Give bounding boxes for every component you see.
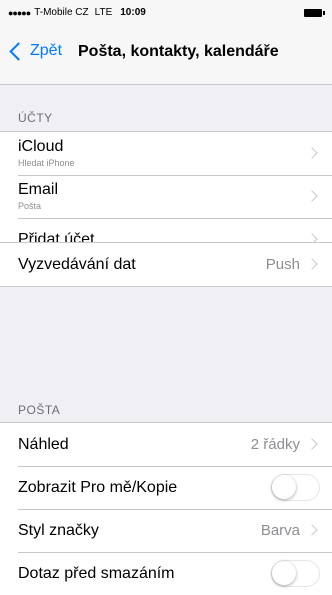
ask-before-delete-label: Dotaz před smazáním [18, 565, 175, 582]
show-to-cc-row: Zobrazit Pro mě/Kopie [0, 466, 332, 509]
back-button[interactable]: Zpět [8, 41, 63, 61]
preview-row[interactable]: Náhled 2 řádky [0, 423, 332, 466]
signal-strength-icon: ●●●●● [8, 7, 31, 18]
fetch-new-data-label: Vyzvedávání dat [18, 256, 136, 273]
account-subtitle: Hledat iPhone [18, 158, 75, 168]
back-button-label: Zpět [30, 42, 63, 59]
chevron-right-icon [306, 524, 318, 536]
fetch-new-data-value: Push [265, 256, 300, 273]
status-time: 10:09 [120, 7, 146, 18]
chevron-right-icon [306, 258, 318, 270]
preview-label: Náhled [18, 436, 69, 453]
flag-style-row[interactable]: Styl značky Barva [0, 509, 332, 552]
account-row-icloud[interactable]: iCloud Hledat iPhone [0, 132, 332, 175]
fetch-new-data-row[interactable]: Vyzvedávání dat Push [0, 243, 332, 286]
show-to-cc-label: Zobrazit Pro mě/Kopie [18, 479, 178, 496]
navigation-bar: Zpět Pošta, kontakty, kalendáře [0, 24, 332, 85]
section-header-accounts: ÚČTY [18, 111, 53, 125]
show-to-cc-toggle[interactable] [271, 474, 320, 501]
chevron-right-icon [306, 438, 318, 450]
account-row-email[interactable]: Email Pošta [0, 175, 332, 218]
chevron-right-icon [306, 147, 318, 159]
account-subtitle: Pošta [18, 201, 42, 211]
battery-icon [304, 9, 325, 17]
page-title: Pošta, kontakty, kalendáře [78, 43, 279, 60]
flag-style-value: Barva [260, 522, 300, 539]
chevron-right-icon [306, 190, 318, 202]
fetch-group: Vyzvedávání dat Push [0, 242, 332, 287]
toggle-knob [272, 475, 296, 499]
chevron-left-icon [9, 41, 28, 61]
section-header-mail: POŠTA [18, 403, 61, 417]
account-title: iCloud [18, 138, 64, 155]
status-bar: ●●●●● T-Mobile CZ LTE 10:09 [0, 0, 332, 24]
flag-style-label: Styl značky [18, 522, 99, 539]
ask-before-delete-row: Dotaz před smazáním [0, 552, 332, 595]
network-type: LTE [94, 7, 113, 18]
account-title: Email [18, 181, 59, 198]
preview-value: 2 řádky [250, 436, 300, 453]
mail-group: Náhled 2 řádky Zobrazit Pro mě/Kopie Sty… [0, 422, 332, 595]
toggle-knob [272, 561, 296, 585]
ask-before-delete-toggle[interactable] [271, 560, 320, 587]
carrier-name: T-Mobile CZ [34, 7, 89, 18]
